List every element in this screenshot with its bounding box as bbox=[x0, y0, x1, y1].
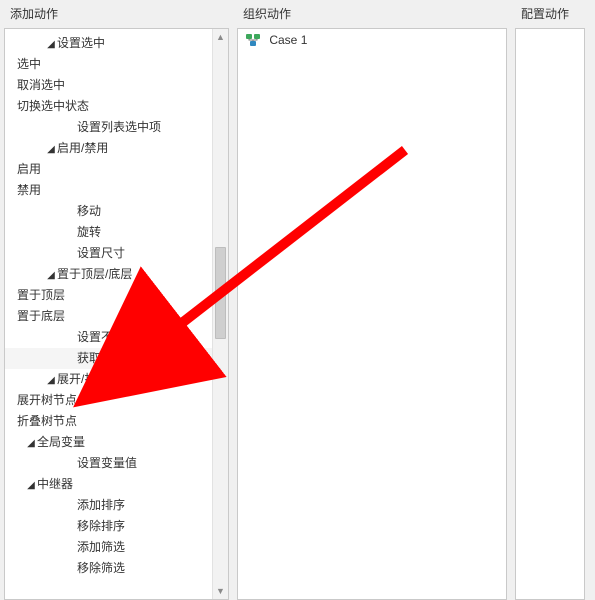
tree-row-label: 切换选中状态 bbox=[17, 96, 89, 117]
tree-row-label: 设置不透明 bbox=[77, 327, 137, 348]
tree-row-label: 中继器 bbox=[37, 474, 73, 495]
scrollbar[interactable]: ▲ ▼ bbox=[212, 29, 228, 599]
expand-collapse-icon[interactable]: ◢ bbox=[45, 370, 57, 391]
tree-row[interactable]: 置于底层 bbox=[5, 306, 228, 327]
tree-row[interactable]: 旋转 bbox=[5, 222, 228, 243]
scroll-up-icon[interactable]: ▲ bbox=[213, 29, 228, 45]
tree-row[interactable]: 设置不透明 bbox=[5, 327, 228, 348]
tree-row[interactable]: ◢置于顶层/底层 bbox=[5, 264, 228, 285]
tree-row[interactable]: 切换选中状态 bbox=[5, 96, 228, 117]
add-action-header: 添加动作 bbox=[4, 0, 229, 28]
tree-row-label: 移除筛选 bbox=[77, 558, 125, 579]
configure-action-header-label: 配置动作 bbox=[521, 7, 569, 21]
tree-row[interactable]: 移动 bbox=[5, 201, 228, 222]
tree-row-label: 全局变量 bbox=[37, 432, 85, 453]
configure-action-header: 配置动作 bbox=[515, 0, 585, 28]
tree-row[interactable]: 禁用 bbox=[5, 180, 228, 201]
tree-row[interactable]: 折叠树节点 bbox=[5, 411, 228, 432]
tree-row-label: 添加筛选 bbox=[77, 537, 125, 558]
add-action-box: ◢设置选中选中取消选中切换选中状态设置列表选中项◢启用/禁用启用禁用移动旋转设置… bbox=[4, 28, 229, 600]
case-icon bbox=[246, 34, 260, 46]
tree-row[interactable]: 启用 bbox=[5, 159, 228, 180]
tree-row[interactable]: 添加排序 bbox=[5, 495, 228, 516]
expand-collapse-icon[interactable]: ◢ bbox=[45, 34, 57, 55]
case-item[interactable]: Case 1 bbox=[238, 29, 506, 51]
tree-row[interactable]: ◢设置选中 bbox=[5, 33, 228, 54]
tree-row[interactable]: 置于顶层 bbox=[5, 285, 228, 306]
expand-collapse-icon[interactable]: ◢ bbox=[25, 433, 37, 454]
tree-row[interactable]: 取消选中 bbox=[5, 75, 228, 96]
tree-row-label: 置于顶层/底层 bbox=[57, 264, 132, 285]
tree-row-label: 设置尺寸 bbox=[77, 243, 125, 264]
add-action-panel: 添加动作 ◢设置选中选中取消选中切换选中状态设置列表选中项◢启用/禁用启用禁用移… bbox=[4, 0, 229, 600]
tree-row-label: 设置选中 bbox=[57, 33, 105, 54]
expand-collapse-icon[interactable]: ◢ bbox=[45, 139, 57, 160]
tree-row-label: 禁用 bbox=[17, 180, 41, 201]
tree-row-label: 置于顶层 bbox=[17, 285, 65, 306]
tree-row-label: 启用 bbox=[17, 159, 41, 180]
tree-row[interactable]: ◢全局变量 bbox=[5, 432, 228, 453]
add-action-header-label: 添加动作 bbox=[10, 7, 58, 21]
organize-action-header: 组织动作 bbox=[237, 0, 507, 28]
tree-row-label: 移动 bbox=[77, 201, 101, 222]
tree-row[interactable]: ◢展开/折叠树节点 bbox=[5, 369, 228, 390]
tree-row-label: 取消选中 bbox=[17, 75, 65, 96]
tree-row-label: 展开树节点 bbox=[17, 390, 77, 411]
tree-row[interactable]: 设置列表选中项 bbox=[5, 117, 228, 138]
tree-row-label: 设置变量值 bbox=[77, 453, 137, 474]
scroll-down-icon[interactable]: ▼ bbox=[213, 583, 228, 599]
tree-row[interactable]: 移除筛选 bbox=[5, 558, 228, 579]
tree-row-label: 折叠树节点 bbox=[17, 411, 77, 432]
tree-row[interactable]: 获取焦点▷ bbox=[5, 348, 228, 369]
expand-collapse-icon[interactable]: ◢ bbox=[25, 475, 37, 496]
tree-row[interactable]: 展开树节点 bbox=[5, 390, 228, 411]
tree-row-label: 移除排序 bbox=[77, 516, 125, 537]
tree-row-label: 展开/折叠树节点 bbox=[57, 369, 144, 390]
tree-row[interactable]: 设置尺寸 bbox=[5, 243, 228, 264]
tree-row[interactable]: ◢启用/禁用 bbox=[5, 138, 228, 159]
tree-row-label: 添加排序 bbox=[77, 495, 125, 516]
tree-row[interactable]: 移除排序 bbox=[5, 516, 228, 537]
tree-row-label: 设置列表选中项 bbox=[77, 117, 161, 138]
tree-row-label: 旋转 bbox=[77, 222, 101, 243]
tree-row[interactable]: 选中 bbox=[5, 54, 228, 75]
tree-row-label: 选中 bbox=[17, 54, 41, 75]
configure-action-box bbox=[515, 28, 585, 600]
tree-row-label: 启用/禁用 bbox=[57, 138, 108, 159]
tree-row-label: 获取焦点 bbox=[77, 348, 125, 369]
case-label: Case 1 bbox=[269, 33, 307, 47]
tree-row-label: 置于底层 bbox=[17, 306, 65, 327]
organize-action-box: Case 1 bbox=[237, 28, 507, 600]
tree-row[interactable]: 添加筛选 bbox=[5, 537, 228, 558]
organize-action-panel: 组织动作 Case 1 bbox=[237, 0, 507, 600]
action-tree[interactable]: ◢设置选中选中取消选中切换选中状态设置列表选中项◢启用/禁用启用禁用移动旋转设置… bbox=[5, 29, 228, 599]
tree-row[interactable]: 设置变量值 bbox=[5, 453, 228, 474]
scroll-thumb[interactable] bbox=[215, 247, 226, 339]
expand-collapse-icon[interactable]: ◢ bbox=[45, 265, 57, 286]
tree-row[interactable]: ◢中继器 bbox=[5, 474, 228, 495]
organize-action-header-label: 组织动作 bbox=[243, 7, 291, 21]
configure-action-panel: 配置动作 bbox=[515, 0, 585, 600]
